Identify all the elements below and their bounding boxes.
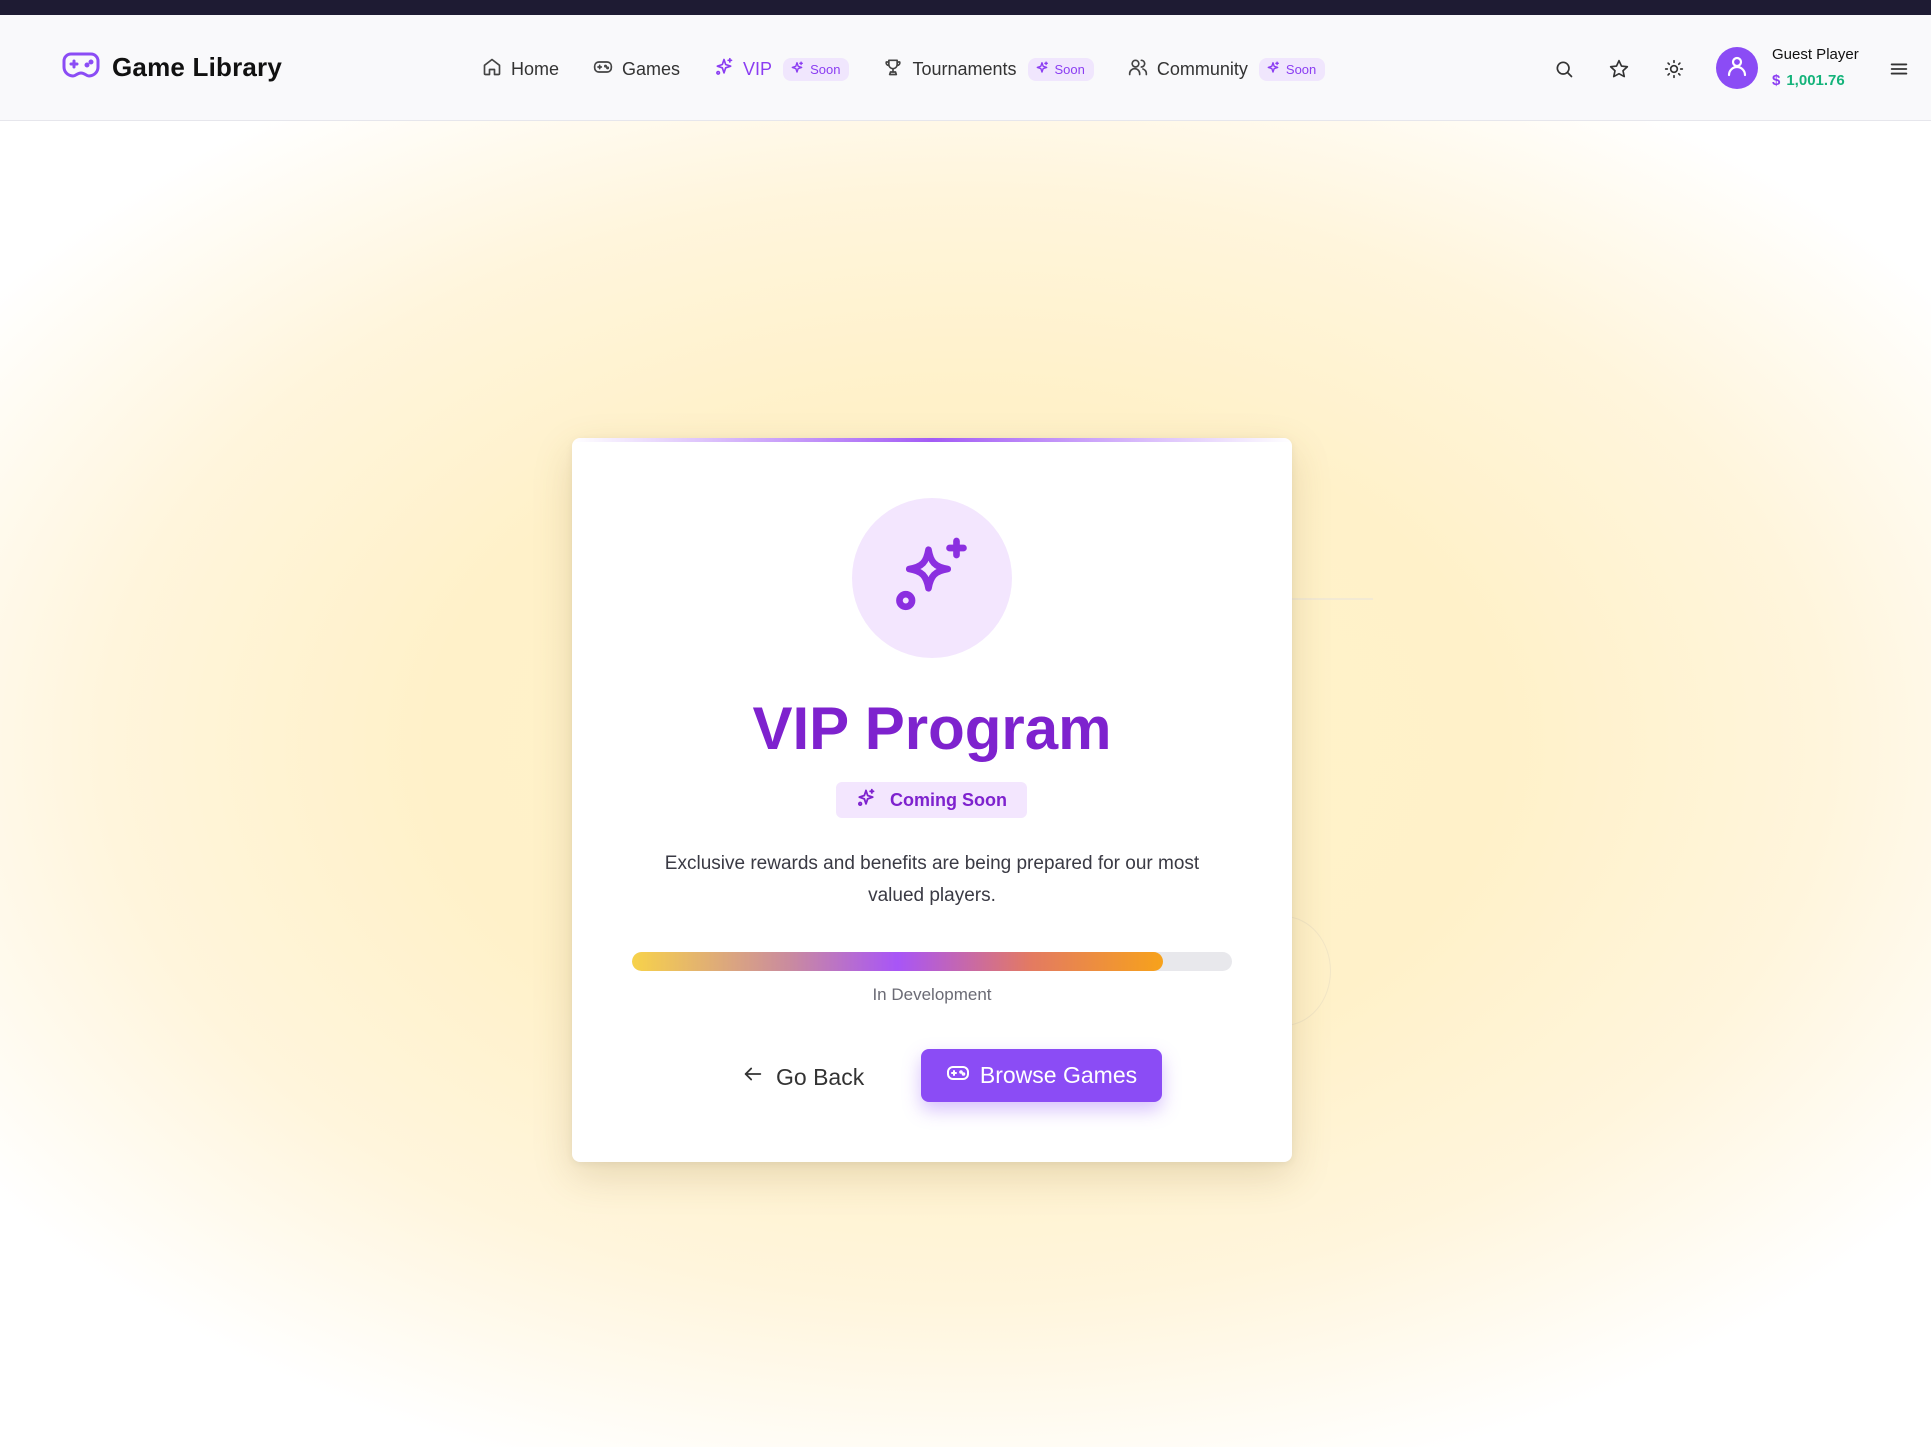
go-back-button[interactable]: Go Back: [734, 1051, 876, 1103]
soon-badge-label: Soon: [1054, 61, 1085, 77]
gamepad-logo-icon: [62, 51, 100, 84]
main-nav: Home Games VIP Soon Tournaments Soon Com…: [482, 53, 1359, 85]
status-label: Coming Soon: [890, 789, 1007, 810]
nav-item-tournaments[interactable]: Tournaments Soon: [883, 57, 1094, 82]
status-badge: Coming Soon: [836, 782, 1027, 818]
progress-label: In Development: [872, 985, 992, 1004]
user-balance: $1,001.76: [1772, 72, 1845, 89]
avatar[interactable]: [1716, 47, 1758, 89]
coming-soon-card: VIP Program Coming Soon Exclusive reward…: [572, 438, 1292, 1162]
browse-games-label: Browse Games: [979, 1062, 1138, 1088]
user-name: Guest Player: [1772, 46, 1859, 63]
progress-bar: [632, 952, 1232, 971]
trophy-icon: [883, 57, 903, 82]
currency-symbol: $: [1772, 72, 1781, 89]
sun-icon[interactable]: [1660, 55, 1688, 83]
sparkles-icon: [1035, 60, 1049, 78]
sparkles-icon: [890, 534, 974, 623]
sparkles-icon: [856, 788, 876, 813]
nav-item-home[interactable]: Home: [482, 57, 559, 82]
nav-item-games[interactable]: Games: [593, 57, 680, 82]
vip-icon-circle: [852, 498, 1012, 658]
brand-logo[interactable]: Game Library: [62, 49, 282, 85]
menu-icon[interactable]: [1885, 55, 1913, 83]
nav-item-label: Home: [511, 58, 560, 79]
top-strip: [0, 0, 1931, 15]
card-accent-bar: [572, 438, 1292, 442]
user-icon: [1725, 54, 1749, 83]
navbar: Game Library Home Games VIP Soon Tournam…: [0, 15, 1931, 121]
arrow-left-icon: [742, 1063, 764, 1091]
nav-item-community[interactable]: Community Soon: [1128, 57, 1326, 82]
sparkles-icon: [790, 60, 804, 78]
sparkles-icon: [714, 57, 734, 82]
home-icon: [482, 57, 502, 82]
progress-fill: [632, 952, 1163, 971]
nav-item-label: Community: [1156, 58, 1248, 79]
star-icon[interactable]: [1605, 55, 1633, 83]
users-icon: [1128, 57, 1148, 82]
soon-badge: Soon: [1027, 57, 1094, 81]
soon-badge-label: Soon: [1285, 61, 1317, 77]
page-title: VIP Program: [752, 695, 1112, 762]
gamepad-icon: [946, 1061, 970, 1091]
go-back-label: Go Back: [776, 1063, 865, 1090]
sparkles-icon: [1266, 60, 1280, 78]
soon-badge: Soon: [783, 57, 850, 81]
nav-item-label: Tournaments: [912, 58, 1017, 79]
soon-badge: Soon: [1258, 57, 1326, 81]
nav-item-label: Games: [622, 58, 681, 79]
balance-value: 1,001.76: [1786, 72, 1845, 89]
brand-title: Game Library: [112, 51, 283, 82]
nav-item-label: VIP: [743, 58, 773, 79]
soon-badge-label: Soon: [810, 61, 841, 77]
nav-item-vip[interactable]: VIP Soon: [714, 57, 850, 82]
description: Exclusive rewards and benefits are being…: [664, 853, 1200, 906]
browse-games-button[interactable]: Browse Games: [921, 1049, 1162, 1102]
search-icon[interactable]: [1550, 55, 1578, 83]
gamepad-icon: [593, 57, 613, 82]
